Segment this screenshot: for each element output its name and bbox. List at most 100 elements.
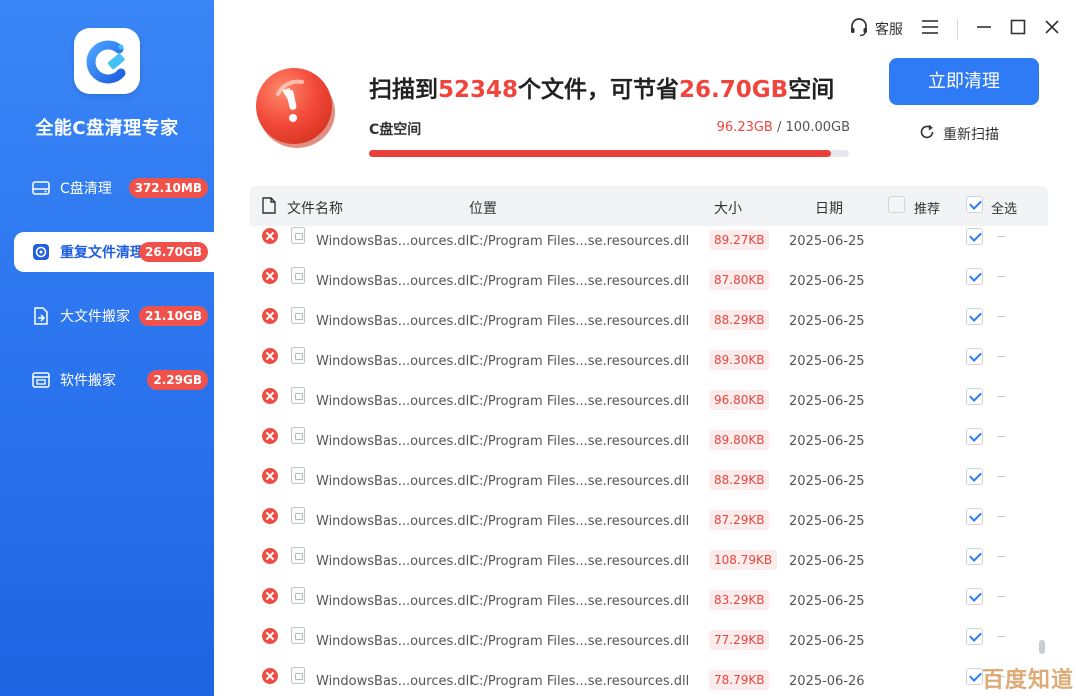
dll-file-icon	[291, 387, 305, 404]
file-name: WindowsBas...ources.dll	[316, 514, 473, 529]
delete-icon[interactable]	[262, 228, 278, 244]
disk-used: 96.23GB	[716, 120, 773, 135]
dll-file-icon	[291, 507, 305, 524]
dll-file-icon	[291, 627, 305, 644]
file-name: WindowsBas...ources.dll	[316, 234, 473, 249]
maximize-icon	[1010, 19, 1026, 39]
row-checkbox[interactable]	[966, 548, 983, 569]
file-date: 2025-06-25	[789, 434, 865, 449]
disk-separator: /	[772, 120, 786, 135]
row-checkbox[interactable]	[966, 628, 983, 649]
delete-icon[interactable]	[262, 668, 278, 684]
row-dash	[997, 436, 1005, 437]
sidebar-item-software-move[interactable]: 软件搬家 2.29GB	[14, 360, 214, 400]
dll-file-icon	[291, 347, 305, 364]
file-date: 2025-06-25	[789, 554, 865, 569]
row-checkbox[interactable]	[966, 468, 983, 489]
rescan-label: 重新扫描	[943, 127, 999, 143]
dll-file-icon	[291, 307, 305, 324]
file-name: WindowsBas...ources.dll	[316, 274, 473, 289]
row-checkbox[interactable]	[966, 268, 983, 289]
delete-icon[interactable]	[262, 628, 278, 644]
file-location: C:/Program Files...se.resources.dll	[470, 234, 690, 249]
table-row[interactable]: WindowsBas...ources.dll C:/Program Files.…	[250, 302, 1048, 342]
window-controls: 客服	[831, 14, 1060, 44]
row-checkbox[interactable]	[966, 228, 983, 249]
watermark: 百度知道	[982, 668, 1075, 693]
customer-service-button[interactable]: 客服	[849, 17, 903, 41]
file-location: C:/Program Files...se.resources.dll	[470, 354, 690, 369]
file-name: WindowsBas...ources.dll	[316, 594, 473, 609]
file-count: 52348	[438, 77, 519, 103]
file-date: 2025-06-25	[789, 594, 865, 609]
delete-icon[interactable]	[262, 548, 278, 564]
row-dash	[997, 556, 1005, 557]
rescan-button[interactable]: 重新扫描	[919, 124, 999, 144]
delete-icon[interactable]	[262, 348, 278, 364]
file-size: 77.29KB	[709, 630, 770, 650]
file-date: 2025-06-25	[789, 634, 865, 649]
clean-now-button[interactable]: 立即清理	[889, 58, 1039, 105]
move-file-icon	[30, 305, 52, 327]
delete-icon[interactable]	[262, 388, 278, 404]
column-header-name[interactable]: 文件名称	[287, 198, 343, 218]
table-row[interactable]: WindowsBas...ources.dll C:/Program Files.…	[250, 422, 1048, 462]
disk-usage-fill	[369, 150, 831, 157]
row-dash	[997, 356, 1005, 357]
delete-icon[interactable]	[262, 468, 278, 484]
sidebar-item-large-file-move[interactable]: 大文件搬家 21.10GB	[14, 296, 214, 336]
menu-button[interactable]	[921, 19, 939, 39]
disk-total: 100.00GB	[785, 120, 850, 135]
row-checkbox[interactable]	[966, 348, 983, 369]
column-header-location[interactable]: 位置	[469, 198, 497, 218]
table-row[interactable]: WindowsBas...ources.dll C:/Program Files.…	[250, 622, 1048, 662]
close-button[interactable]	[1044, 19, 1060, 39]
file-date: 2025-06-26	[789, 674, 865, 689]
delete-icon[interactable]	[262, 588, 278, 604]
row-dash	[997, 596, 1005, 597]
table-row[interactable]: WindowsBas...ources.dll C:/Program Files.…	[250, 262, 1048, 302]
file-location: C:/Program Files...se.resources.dll	[470, 634, 690, 649]
delete-icon[interactable]	[262, 428, 278, 444]
file-name: WindowsBas...ources.dll	[316, 354, 473, 369]
delete-icon[interactable]	[262, 268, 278, 284]
size-badge: 21.10GB	[139, 306, 208, 326]
row-checkbox[interactable]	[966, 668, 983, 689]
sidebar-item-c-drive-clean[interactable]: C盘清理 372.10MB	[14, 168, 214, 208]
table-row[interactable]: WindowsBas...ources.dll C:/Program Files.…	[250, 502, 1048, 542]
row-checkbox[interactable]	[966, 588, 983, 609]
refresh-icon	[919, 124, 935, 144]
sidebar: 全能C盘清理专家 C盘清理 372.10MB 重复文件清理 26.70GB 大文…	[0, 0, 214, 696]
column-header-date[interactable]: 日期	[815, 198, 843, 218]
row-checkbox[interactable]	[966, 308, 983, 329]
table-row[interactable]: WindowsBas...ources.dll C:/Program Files.…	[250, 662, 1048, 696]
table-row[interactable]: WindowsBas...ources.dll C:/Program Files.…	[250, 542, 1048, 582]
delete-icon[interactable]	[262, 308, 278, 324]
row-checkbox[interactable]	[966, 388, 983, 409]
scrollbar-thumb[interactable]	[1039, 640, 1045, 654]
row-checkbox[interactable]	[966, 508, 983, 529]
saving-size: 26.70GB	[679, 77, 789, 103]
maximize-button[interactable]	[1010, 19, 1026, 39]
recommend-checkbox[interactable]	[888, 196, 905, 217]
file-name: WindowsBas...ources.dll	[316, 674, 473, 689]
disk-space-value: 96.23GB / 100.00GB	[560, 120, 850, 135]
menu-icon	[921, 19, 939, 39]
file-size: 83.29KB	[709, 590, 770, 610]
sidebar-item-duplicate-clean[interactable]: 重复文件清理 26.70GB	[14, 232, 214, 272]
select-all-checkbox[interactable]	[966, 196, 983, 217]
table-row[interactable]: WindowsBas...ources.dll C:/Program Files.…	[250, 582, 1048, 622]
table-row[interactable]: WindowsBas...ources.dll C:/Program Files.…	[250, 342, 1048, 382]
table-row[interactable]: WindowsBas...ources.dll C:/Program Files.…	[250, 462, 1048, 502]
minimize-button[interactable]	[976, 19, 992, 39]
table-row[interactable]: WindowsBas...ources.dll C:/Program Files.…	[250, 382, 1048, 422]
table-row[interactable]: WindowsBas...ources.dll C:/Program Files.…	[250, 226, 1048, 262]
delete-icon[interactable]	[262, 508, 278, 524]
file-doc-icon	[262, 197, 276, 218]
file-location: C:/Program Files...se.resources.dll	[470, 394, 690, 409]
app-title: 全能C盘清理专家	[35, 118, 179, 139]
row-checkbox[interactable]	[966, 428, 983, 449]
dll-file-icon	[291, 547, 305, 564]
column-header-size[interactable]: 大小	[714, 198, 742, 218]
file-size: 89.27KB	[709, 230, 770, 250]
